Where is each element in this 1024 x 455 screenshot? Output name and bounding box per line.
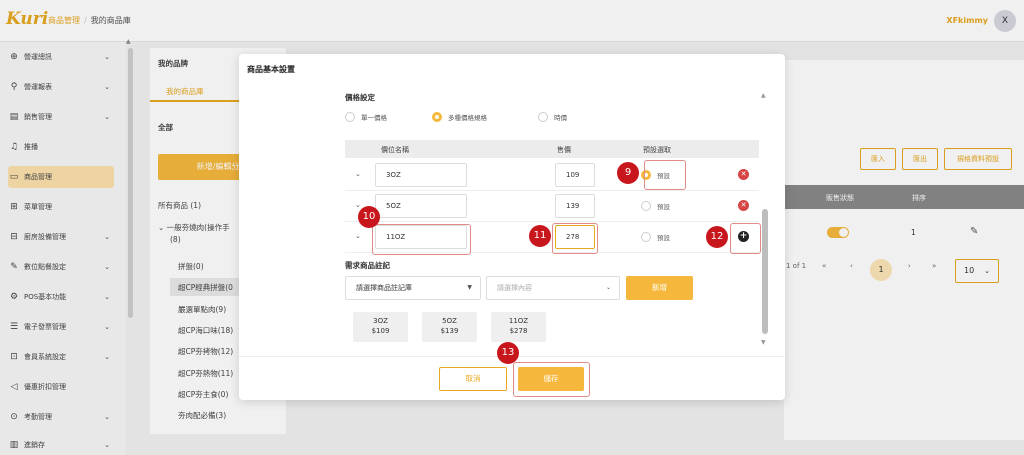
scroll-up-icon[interactable]: ▲ <box>761 92 766 99</box>
price-row: ⌄ 3OZ 109 預設 ✕ <box>345 160 759 191</box>
scroll-down-icon[interactable]: ▼ <box>761 339 766 346</box>
select-value: 請選擇商品註記庫 <box>356 284 412 292</box>
product-settings-modal: 商品基本設置 ▲ ▼ 價格設定 單一價格 多種價格規格 時價 價位名稱 售價 預… <box>239 54 785 400</box>
price-name-input[interactable]: 5OZ <box>375 194 467 218</box>
radio-market-price[interactable]: 時價 <box>538 112 567 122</box>
price-input[interactable]: 109 <box>555 163 595 187</box>
modal-title: 商品基本設置 <box>247 65 295 74</box>
radio-icon <box>641 201 651 211</box>
price-chip: 11OZ $278 <box>491 312 546 342</box>
radio-multi-price[interactable]: 多種價格規格 <box>432 112 487 122</box>
note-content-select[interactable]: 請選擇內容 ⌄ <box>486 276 620 300</box>
price-chip: 5OZ $139 <box>422 312 477 342</box>
price-input[interactable]: 139 <box>555 194 595 218</box>
chip-name: 3OZ <box>373 317 388 325</box>
col-default: 預設選取 <box>643 146 671 154</box>
chip-price: $278 <box>509 327 528 335</box>
radio-single-price[interactable]: 單一價格 <box>345 112 387 122</box>
radio-label: 預設 <box>657 203 670 211</box>
chip-price: $139 <box>440 327 459 335</box>
caret-down-icon: ▼ <box>467 284 472 291</box>
default-radio[interactable]: 預設 <box>641 232 670 242</box>
radio-icon <box>641 232 651 242</box>
radio-label: 預設 <box>657 234 670 242</box>
annotation-box-13 <box>513 362 590 397</box>
delete-icon[interactable]: ✕ <box>738 200 749 211</box>
chevron-down-icon[interactable]: ⌄ <box>355 170 361 178</box>
step-badge-13: 13 <box>497 342 519 364</box>
step-badge-10: 10 <box>358 206 380 228</box>
price-table-header: 價位名稱 售價 預設選取 <box>345 140 759 158</box>
chevron-down-icon[interactable]: ⌄ <box>355 201 361 209</box>
price-section-title: 價格設定 <box>345 93 375 102</box>
cancel-button[interactable]: 取消 <box>439 367 507 391</box>
radio-selected-icon <box>432 112 442 122</box>
annotation-box-11 <box>552 223 598 254</box>
chevron-down-icon: ⌄ <box>605 284 611 291</box>
radio-label: 單一價格 <box>361 114 387 122</box>
step-badge-9: 9 <box>617 162 639 184</box>
annotation-box-9 <box>644 160 686 190</box>
radio-label: 多種價格規格 <box>448 114 487 122</box>
note-library-select[interactable]: 請選擇商品註記庫 ▼ <box>345 276 481 300</box>
modal-scrollbar[interactable]: ▲ ▼ <box>761 92 768 349</box>
radio-label: 時價 <box>554 114 567 122</box>
chevron-down-icon[interactable]: ⌄ <box>355 232 361 240</box>
note-section-title: 需求商品註記 <box>345 261 390 270</box>
price-row: ⌄ 5OZ 139 預設 ✕ <box>345 191 759 222</box>
annotation-box-10 <box>372 224 471 255</box>
radio-icon <box>538 112 548 122</box>
default-radio[interactable]: 預設 <box>641 201 670 211</box>
step-badge-11: 11 <box>529 225 551 247</box>
annotation-box-12 <box>730 223 761 254</box>
chip-name: 11OZ <box>508 317 529 325</box>
col-price: 售價 <box>557 146 571 154</box>
select-placeholder: 請選擇內容 <box>497 284 532 292</box>
scroll-thumb[interactable] <box>762 209 768 334</box>
step-badge-12: 12 <box>706 226 728 248</box>
radio-icon <box>345 112 355 122</box>
price-name-input[interactable]: 3OZ <box>375 163 467 187</box>
col-price-name: 價位名稱 <box>381 146 409 154</box>
chip-name: 5OZ <box>442 317 457 325</box>
add-note-button[interactable]: 新增 <box>626 276 693 300</box>
price-chip: 3OZ $109 <box>353 312 408 342</box>
chip-price: $109 <box>371 327 390 335</box>
delete-icon[interactable]: ✕ <box>738 169 749 180</box>
